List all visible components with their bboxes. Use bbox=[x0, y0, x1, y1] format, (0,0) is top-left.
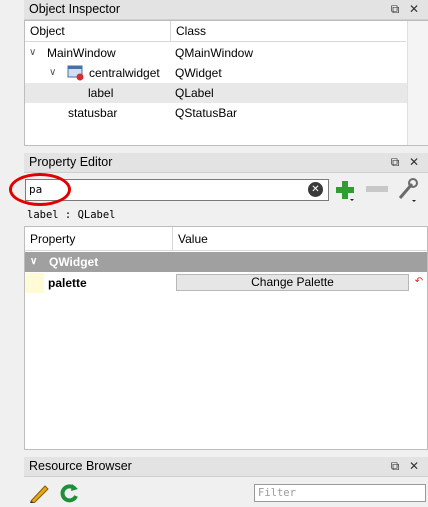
tree-item-class: QLabel bbox=[175, 86, 214, 100]
remove-icon[interactable] bbox=[366, 186, 388, 192]
object-inspector-title: Object Inspector bbox=[29, 2, 121, 16]
float-icon[interactable]: ⧉ bbox=[388, 2, 402, 16]
tree-item-class: QStatusBar bbox=[175, 106, 238, 120]
add-icon[interactable] bbox=[334, 180, 358, 202]
tree-item-object: statusbar bbox=[68, 106, 118, 120]
close-icon[interactable]: ✕ bbox=[407, 2, 421, 16]
column-header-property[interactable]: Property bbox=[25, 227, 173, 251]
tree-row[interactable]: statusbar QStatusBar bbox=[25, 103, 427, 123]
property-table[interactable]: Property Value ∨ QWidget palette Change … bbox=[24, 226, 428, 450]
column-header-class[interactable]: Class bbox=[171, 21, 406, 42]
tree-row[interactable]: ∨ centralwidget QWidget bbox=[25, 63, 427, 83]
resource-filter-input[interactable]: Filter bbox=[254, 484, 426, 502]
float-icon[interactable]: ⧉ bbox=[388, 155, 402, 169]
property-group-name: QWidget bbox=[49, 255, 99, 269]
left-gutter bbox=[0, 0, 24, 504]
clear-icon[interactable]: ✕ bbox=[308, 182, 323, 197]
property-group-header[interactable]: ∨ QWidget bbox=[25, 252, 427, 272]
object-inspector-titlebar: Object Inspector ⧉ ✕ bbox=[24, 0, 428, 20]
property-indent bbox=[25, 273, 44, 293]
vertical-scrollbar[interactable] bbox=[407, 21, 428, 145]
tree-item-object: centralwidget bbox=[89, 66, 160, 80]
resource-filter-placeholder: Filter bbox=[258, 487, 296, 499]
object-inspector-tree[interactable]: Object Class ∨ MainWindow QMainWindow ∨ … bbox=[24, 20, 428, 146]
tree-item-object: MainWindow bbox=[47, 46, 116, 60]
close-icon[interactable]: ✕ bbox=[407, 459, 421, 473]
change-palette-button[interactable]: Change Palette bbox=[176, 274, 409, 291]
chevron-down-icon[interactable]: ∨ bbox=[29, 43, 36, 63]
change-palette-button-label: Change Palette bbox=[251, 275, 334, 289]
close-icon[interactable]: ✕ bbox=[407, 155, 421, 169]
chevron-down-icon[interactable]: ∨ bbox=[49, 63, 56, 83]
resource-browser-title: Resource Browser bbox=[29, 459, 132, 473]
selected-object-label: label : QLabel bbox=[27, 209, 116, 221]
tree-row-selected[interactable]: label QLabel bbox=[25, 83, 407, 103]
wrench-icon[interactable] bbox=[396, 178, 420, 204]
property-row[interactable]: palette Change Palette ↶ bbox=[25, 273, 427, 293]
reset-icon[interactable]: ↶ bbox=[413, 275, 425, 289]
highlight-annotation-circle bbox=[9, 173, 71, 206]
float-icon[interactable]: ⧉ bbox=[388, 459, 402, 473]
pencil-icon[interactable] bbox=[28, 481, 52, 504]
property-editor-title: Property Editor bbox=[29, 155, 113, 169]
tree-item-class: QWidget bbox=[175, 66, 222, 80]
property-name: palette bbox=[48, 276, 87, 290]
tree-item-class: QMainWindow bbox=[175, 46, 254, 60]
property-editor-titlebar: Property Editor ⧉ ✕ bbox=[24, 153, 428, 173]
tree-row[interactable]: ∨ MainWindow QMainWindow bbox=[25, 43, 427, 63]
tree-item-object: label bbox=[88, 86, 114, 100]
column-header-value[interactable]: Value bbox=[173, 227, 427, 251]
column-header-object[interactable]: Object bbox=[25, 21, 171, 42]
reload-icon[interactable] bbox=[58, 482, 80, 504]
chevron-down-icon[interactable]: ∨ bbox=[30, 252, 37, 272]
resource-browser-titlebar: Resource Browser ⧉ ✕ bbox=[24, 457, 428, 477]
